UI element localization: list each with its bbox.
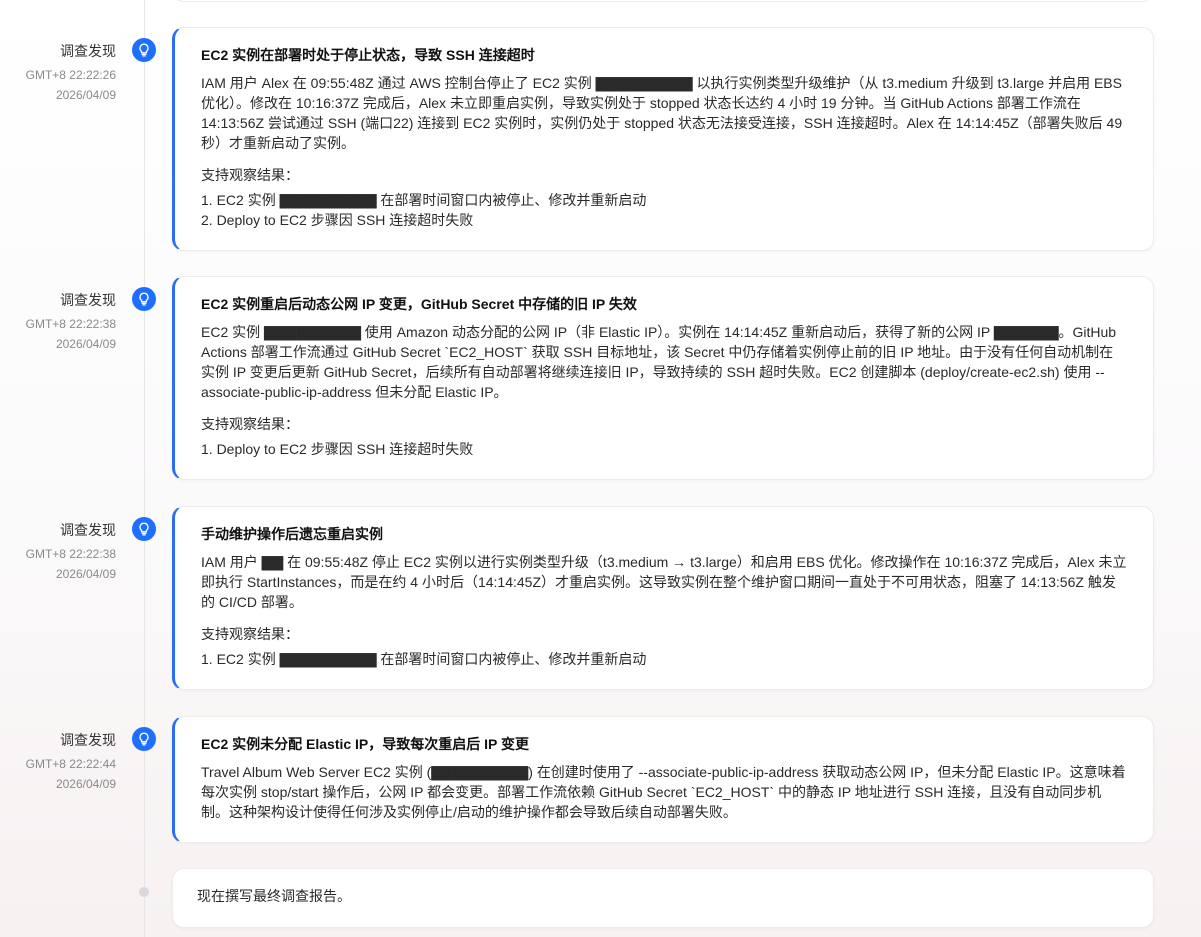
support-item: 1. EC2 实例 ▇▇▇▇▇▇▇▇▇ 在部署时间窗口内被停止、修改并重新启动: [201, 192, 647, 208]
timeline-line: [144, 0, 145, 937]
previous-card-edge: [172, 0, 1154, 2]
finding-card: EC2 实例在部署时处于停止状态，导致 SSH 连接超时 IAM 用户 Alex…: [172, 27, 1154, 251]
entry-label: 调查发现: [60, 522, 116, 538]
finding-title: EC2 实例在部署时处于停止状态，导致 SSH 连接超时: [201, 47, 535, 63]
entry-meta: 调查发现 GMT+8 22:22:38 2026/04/09: [0, 290, 116, 354]
lightbulb-icon: [132, 287, 156, 311]
entry-date: 2026/04/09: [55, 777, 116, 791]
lightbulb-icon: [132, 38, 156, 62]
entry-date: 2026/04/09: [55, 567, 116, 581]
entry-meta: 调查发现 GMT+8 22:22:44 2026/04/09: [0, 730, 116, 794]
entry-label: 调查发现: [60, 292, 116, 308]
finding-card: EC2 实例未分配 Elastic IP，导致每次重启后 IP 变更 Trave…: [172, 716, 1154, 843]
support-label: 支持观察结果：: [201, 416, 299, 432]
finding-body: IAM 用户 Alex 在 09:55:48Z 通过 AWS 控制台停止了 EC…: [201, 75, 1123, 151]
timeline-dot: [139, 887, 149, 897]
finding-title: 手动维护操作后遗忘重启实例: [201, 526, 383, 542]
finding-body: Travel Album Web Server EC2 实例 (▇▇▇▇▇▇▇▇…: [201, 764, 1126, 820]
finding-body: EC2 实例 ▇▇▇▇▇▇▇▇▇ 使用 Amazon 动态分配的公网 IP（非 …: [201, 324, 1117, 400]
entry-meta: 调查发现 GMT+8 22:22:38 2026/04/09: [0, 520, 116, 584]
entry-label: 调查发现: [60, 43, 116, 59]
support-item: 2. Deploy to EC2 步骤因 SSH 连接超时失败: [201, 212, 474, 228]
finding-card: 手动维护操作后遗忘重启实例 IAM 用户 ▇▇ 在 09:55:48Z 停止 E…: [172, 506, 1154, 690]
final-message-card: 现在撰写最终调查报告。: [172, 868, 1154, 928]
support-label: 支持观察结果：: [201, 626, 299, 642]
support-label: 支持观察结果：: [201, 167, 299, 183]
lightbulb-icon: [132, 517, 156, 541]
entry-label: 调查发现: [60, 732, 116, 748]
finding-title: EC2 实例重启后动态公网 IP 变更，GitHub Secret 中存储的旧 …: [201, 296, 637, 312]
support-item: 1. Deploy to EC2 步骤因 SSH 连接超时失败: [201, 441, 474, 457]
support-item: 1. EC2 实例 ▇▇▇▇▇▇▇▇▇ 在部署时间窗口内被停止、修改并重新启动: [201, 651, 647, 667]
entry-time: GMT+8 22:22:44: [25, 757, 116, 771]
entry-time: GMT+8 22:22:38: [25, 547, 116, 561]
lightbulb-icon: [132, 727, 156, 751]
entry-time: GMT+8 22:22:26: [25, 68, 116, 82]
final-message: 现在撰写最终调查报告。: [197, 888, 351, 904]
entry-time: GMT+8 22:22:38: [25, 317, 116, 331]
entry-date: 2026/04/09: [55, 337, 116, 351]
finding-body: IAM 用户 ▇▇ 在 09:55:48Z 停止 EC2 实例以进行实例类型升级…: [201, 554, 1127, 610]
entry-date: 2026/04/09: [55, 88, 116, 102]
entry-meta: 调查发现 GMT+8 22:22:26 2026/04/09: [0, 41, 116, 105]
finding-card: EC2 实例重启后动态公网 IP 变更，GitHub Secret 中存储的旧 …: [172, 276, 1154, 480]
finding-title: EC2 实例未分配 Elastic IP，导致每次重启后 IP 变更: [201, 736, 530, 752]
